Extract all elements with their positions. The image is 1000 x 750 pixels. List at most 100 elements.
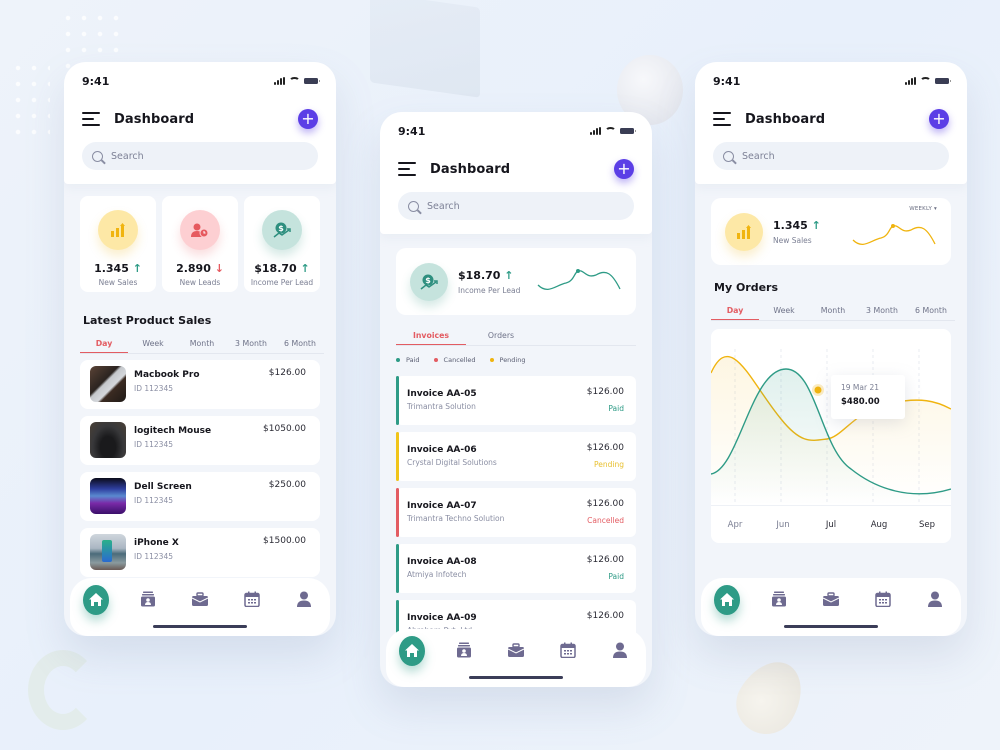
nav-home[interactable] (714, 584, 740, 615)
income-sparkline (537, 268, 621, 290)
home-indicator (784, 625, 878, 628)
tab-6-month[interactable]: 6 Month (276, 335, 324, 353)
menu-icon[interactable] (398, 162, 416, 176)
nav-calendar[interactable] (239, 588, 265, 614)
nav-home[interactable] (399, 635, 425, 666)
signal-icon (905, 77, 916, 85)
add-button[interactable]: + (298, 109, 318, 129)
phone-orders-dashboard: 9:41 Dashboard + 1.345 ↑ New Sales WEEKL… (695, 62, 967, 636)
briefcase-icon (191, 591, 209, 611)
nav-calendar[interactable] (555, 639, 581, 665)
period-dropdown[interactable]: WEEKLY ▾ (909, 206, 937, 212)
trend-up-icon: ↑ (811, 218, 821, 232)
product-name: iPhone X (134, 538, 179, 548)
tab-6-month[interactable]: 6 Month (907, 302, 955, 320)
search-input[interactable] (427, 200, 597, 212)
nav-home[interactable] (83, 584, 109, 615)
decor-shell (725, 650, 815, 745)
tab-3-month[interactable]: 3 Month (858, 302, 906, 320)
invoice-item[interactable]: Invoice AA-08 Atmiya Infotech $126.00 Pa… (396, 544, 636, 593)
tab-orders[interactable]: Orders (466, 327, 536, 345)
invoice-status: Cancelled (587, 516, 624, 525)
status-time: 9:41 (398, 124, 426, 138)
x-axis-labels: Apr Jun Jul Aug Sep (711, 505, 951, 543)
phone-sales-dashboard: 9:41 Dashboard + 1.345 ↑ New Sales 2.890… (64, 62, 336, 636)
nav-profile[interactable] (607, 639, 633, 665)
user-clock-icon (180, 210, 220, 250)
invoice-item[interactable]: Invoice AA-05 Trimantra Solution $126.00… (396, 376, 636, 425)
search-icon (92, 150, 103, 162)
battery-icon (935, 78, 951, 84)
new-sales-card[interactable]: 1.345 ↑ New Sales WEEKLY ▾ (711, 198, 951, 265)
product-item[interactable]: Macbook Pro ID 112345 $126.00 (80, 360, 320, 409)
search-bar[interactable] (82, 142, 318, 170)
invoice-item[interactable]: Invoice AA-06 Crystal Digital Solutions … (396, 432, 636, 481)
wifi-icon (920, 77, 931, 85)
tab-week[interactable]: Week (129, 335, 177, 353)
product-price: $1050.00 (263, 424, 306, 434)
wifi-icon (605, 127, 616, 135)
search-bar[interactable] (713, 142, 949, 170)
menu-icon[interactable] (82, 112, 100, 126)
x-label: Sep (918, 519, 936, 530)
product-item[interactable]: Dell Screen ID 112345 $250.00 (80, 472, 320, 521)
tab-week[interactable]: Week (760, 302, 808, 320)
invoice-item[interactable]: Invoice AA-07 Trimantra Techno Solution … (396, 488, 636, 537)
nav-profile[interactable] (291, 588, 317, 614)
invoice-company: Atmiya Infotech (407, 570, 467, 579)
x-label: Jul (825, 519, 837, 530)
stat-card-new-sales[interactable]: 1.345 ↑ New Sales (80, 196, 156, 292)
stat-card-income-per-lead[interactable]: $ $18.70 ↑ Income Per Lead (244, 196, 320, 292)
stat-card-new-leads[interactable]: 2.890 ↓ New Leads (162, 196, 238, 292)
nav-briefcase[interactable] (818, 588, 844, 614)
product-thumbnail (90, 534, 126, 570)
bottom-nav (701, 578, 961, 636)
stat-label: Income Per Lead (250, 278, 314, 287)
tab-day[interactable]: Day (711, 302, 759, 320)
status-bar: 9:41 (398, 112, 636, 146)
menu-icon[interactable] (713, 112, 731, 126)
nav-briefcase[interactable] (187, 588, 213, 614)
contacts-icon (140, 591, 156, 611)
battery-icon (304, 78, 320, 84)
phone-invoices-dashboard: 9:41 Dashboard + $ $18.70 ↑ Income Per L… (380, 112, 652, 687)
search-icon (408, 200, 419, 212)
add-button[interactable]: + (929, 109, 949, 129)
tab-day[interactable]: Day (80, 335, 128, 353)
product-price: $250.00 (268, 480, 306, 490)
sparkline-point (576, 268, 580, 273)
home-icon (83, 584, 109, 615)
x-label: Apr (727, 519, 743, 530)
nav-briefcase[interactable] (503, 639, 529, 665)
search-bar[interactable] (398, 192, 634, 220)
invoice-amount: $126.00 (586, 611, 624, 621)
invoice-amount: $126.00 (586, 499, 624, 509)
tab-3-month[interactable]: 3 Month (227, 335, 275, 353)
trend-down-icon: ↓ (214, 262, 224, 275)
bottom-nav (70, 578, 330, 636)
income-per-lead-card[interactable]: $ $18.70 ↑ Income Per Lead (396, 248, 636, 315)
page-title: Dashboard (430, 161, 511, 177)
tab-month[interactable]: Month (809, 302, 857, 320)
home-icon (714, 584, 740, 615)
add-button[interactable]: + (614, 159, 634, 179)
search-input[interactable] (742, 150, 912, 162)
product-id: ID 112345 (134, 440, 174, 449)
wifi-icon (289, 77, 300, 85)
home-indicator (153, 625, 247, 628)
nav-contacts[interactable] (451, 639, 477, 665)
nav-calendar[interactable] (870, 588, 896, 614)
nav-contacts[interactable] (135, 588, 161, 614)
income-label: Income Per Lead (458, 285, 521, 295)
tab-month[interactable]: Month (178, 335, 226, 353)
product-item[interactable]: iPhone X ID 112345 $1500.00 (80, 528, 320, 577)
bar-chart-up-icon (725, 212, 763, 251)
product-thumbnail (90, 366, 126, 402)
x-label: Jun (776, 519, 790, 530)
search-input[interactable] (111, 150, 281, 162)
highlight-point[interactable] (814, 386, 822, 394)
tab-invoices[interactable]: Invoices (396, 327, 466, 345)
nav-profile[interactable] (922, 588, 948, 614)
nav-contacts[interactable] (766, 588, 792, 614)
product-item[interactable]: logitech Mouse ID 112345 $1050.00 (80, 416, 320, 465)
